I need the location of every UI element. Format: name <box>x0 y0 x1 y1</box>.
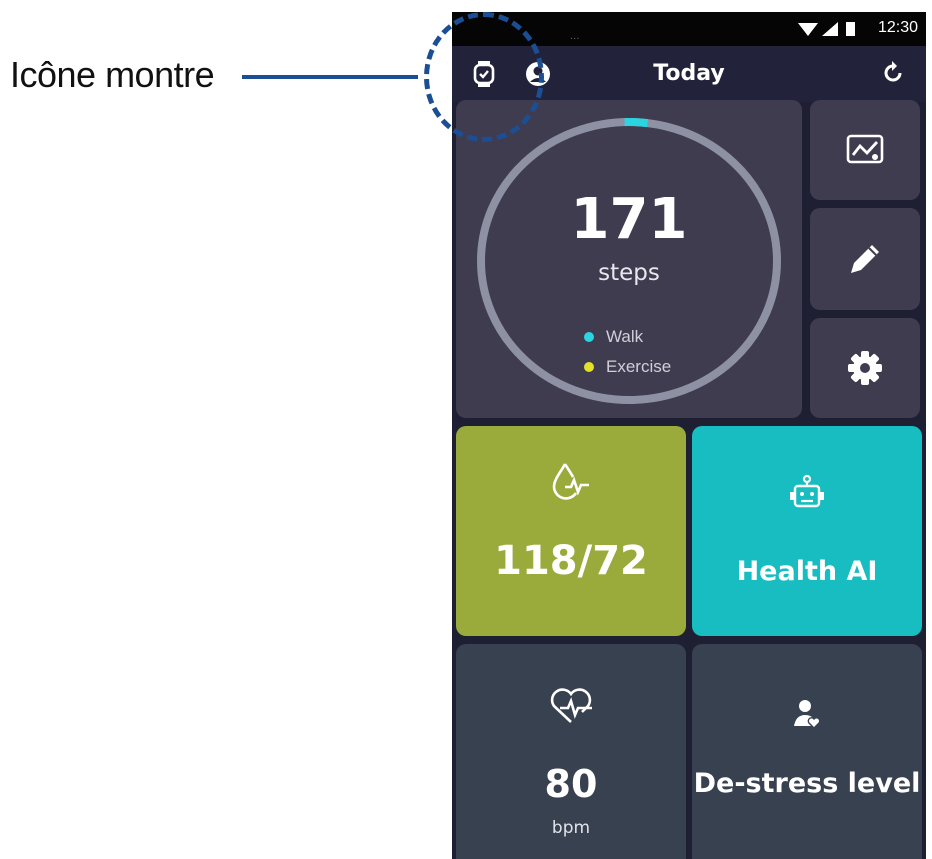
person-heart-icon <box>792 698 822 734</box>
legend-label-walk: Walk <box>606 327 644 346</box>
blood-pressure-value: 118/72 <box>494 538 648 584</box>
notification-dots: ··· <box>570 34 580 45</box>
callout-label: Icône montre <box>10 54 215 95</box>
exercise-dot-icon <box>584 362 594 372</box>
heart-rate-icon <box>546 686 596 730</box>
heart-rate-unit: bpm <box>551 818 591 838</box>
walk-dot-icon <box>584 332 594 342</box>
heart-rate-value: 80 <box>544 762 598 806</box>
phone-screen: ··· 12:30 Today 171 steps Walk Exercise … <box>452 12 926 859</box>
signal-icon <box>822 22 838 36</box>
settings-button[interactable] <box>810 318 920 418</box>
settings-icon <box>848 351 882 385</box>
health-ai-tile[interactable]: Health AI <box>692 426 922 636</box>
edit-icon <box>851 245 879 273</box>
steps-legend: Walk Exercise <box>584 322 671 382</box>
callout-circle <box>424 12 544 142</box>
destress-tile[interactable]: De-stress level <box>692 644 922 859</box>
steps-tile[interactable]: 171 steps Walk Exercise <box>456 100 802 418</box>
blood-pressure-tile[interactable]: 118/72 <box>456 426 686 636</box>
edit-button[interactable] <box>810 208 920 310</box>
trends-icon <box>846 134 884 164</box>
steps-value: 171 <box>570 187 688 252</box>
health-ai-label: Health AI <box>736 556 878 587</box>
trends-button[interactable] <box>810 100 920 200</box>
legend-label-exercise: Exercise <box>606 357 672 376</box>
steps-progress-arc <box>624 118 648 128</box>
steps-unit: steps <box>598 260 660 286</box>
wifi-icon <box>798 23 818 36</box>
legend-item-walk: Walk <box>584 322 671 352</box>
battery-icon <box>846 22 855 36</box>
status-time: 12:30 <box>877 19 918 36</box>
blood-pressure-icon <box>549 460 593 508</box>
refresh-icon[interactable] <box>880 60 906 90</box>
legend-item-exercise: Exercise <box>584 352 671 382</box>
destress-label: De-stress level <box>693 768 921 799</box>
robot-icon <box>787 474 827 518</box>
heart-rate-tile[interactable]: 80 bpm <box>456 644 686 859</box>
status-icons <box>796 20 868 42</box>
callout-line <box>242 75 418 79</box>
